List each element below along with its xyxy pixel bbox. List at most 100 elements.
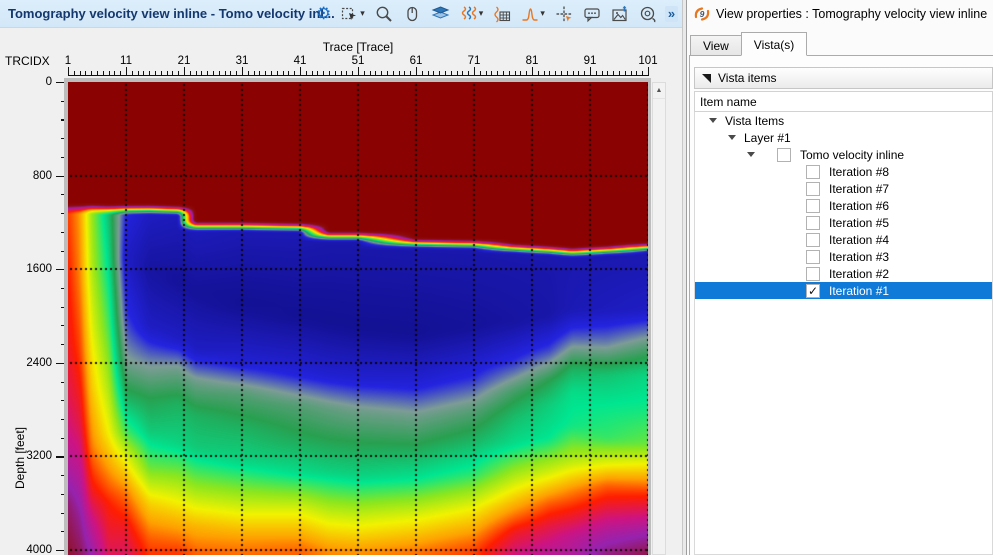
checkbox-unchecked[interactable] — [806, 216, 820, 230]
plot-vertical-scrollbar[interactable]: ▲ — [652, 82, 666, 555]
velocity-heatmap[interactable] — [68, 82, 648, 555]
tree-row[interactable]: ✓ Iteration #1 — [695, 282, 992, 299]
mouse-tool-button[interactable] — [403, 5, 421, 23]
checkbox-unchecked[interactable] — [777, 148, 791, 162]
item-name-column-header[interactable]: Item name — [694, 91, 993, 112]
circle-tool-button[interactable] — [639, 5, 657, 23]
tree-row[interactable]: Iteration #5 — [695, 214, 992, 231]
column-header-label: Item name — [700, 95, 757, 109]
reposition-button[interactable] — [555, 5, 573, 23]
tree-row[interactable]: Iteration #7 — [695, 180, 992, 197]
y-tick-label: 2400 — [26, 357, 52, 369]
tree-item-label: Iteration #8 — [829, 165, 889, 179]
export-image-button[interactable] — [611, 5, 629, 23]
tree-row[interactable]: Tomo velocity inline — [695, 146, 992, 163]
wiggle-display-button[interactable]: ▾ — [460, 5, 484, 23]
tree-row[interactable]: Layer #1 — [695, 129, 992, 146]
tree-item-label: Layer #1 — [744, 131, 791, 145]
expander-down-icon[interactable] — [728, 135, 736, 140]
tree-item-label: Iteration #1 — [829, 284, 889, 298]
checkbox-unchecked[interactable] — [806, 250, 820, 264]
properties-title: View properties : Tomography velocity vi… — [716, 7, 987, 21]
velocity-view-pane: Tomography velocity view inline - Tomo v… — [0, 0, 682, 555]
x-tick-label: 91 — [584, 55, 597, 67]
section-header-label: Vista items — [718, 71, 776, 85]
tree-row[interactable]: Iteration #6 — [695, 197, 992, 214]
checkbox-unchecked[interactable] — [806, 233, 820, 247]
expander-down-icon[interactable] — [709, 118, 717, 123]
y-axis: 08001600240032004000 — [0, 82, 67, 555]
x-tick-label: 71 — [468, 55, 481, 67]
y-tick-label: 0 — [46, 76, 52, 88]
select-region-button[interactable]: ▾ — [341, 5, 365, 23]
settings-button[interactable]: ⚙ — [316, 5, 331, 22]
scroll-up-button[interactable]: ▲ — [653, 83, 665, 99]
x-tick-label: 81 — [526, 55, 539, 67]
view-title: Tomography velocity view inline - Tomo v… — [8, 6, 316, 21]
tree-item-label: Iteration #2 — [829, 267, 889, 281]
tree-row[interactable]: Vista Items — [695, 112, 992, 129]
x-tick-label: 51 — [352, 55, 365, 67]
properties-tabs: ViewVista(s) — [690, 32, 806, 56]
magnifier-icon — [375, 5, 393, 23]
export-image-icon — [611, 5, 629, 23]
trace-index-label: TRCIDX — [5, 54, 50, 68]
checkbox-unchecked[interactable] — [806, 199, 820, 213]
wiggle-traces-icon — [460, 5, 478, 23]
tree-item-label: Tomo velocity inline — [800, 148, 904, 162]
tab-vistas[interactable]: Vista(s) — [741, 32, 807, 56]
application-window: Tomography velocity view inline - Tomo v… — [0, 0, 993, 555]
tab-view[interactable]: View — [690, 35, 742, 56]
histogram-peak-icon — [521, 5, 539, 23]
y-tick-label: 1600 — [26, 263, 52, 275]
layers-button[interactable] — [431, 5, 450, 23]
x-axis-title: Trace [Trace] — [68, 40, 648, 54]
y-tick-label: 4000 — [26, 544, 52, 555]
tree-row[interactable]: Iteration #2 — [695, 265, 992, 282]
tree-row[interactable]: Iteration #4 — [695, 231, 992, 248]
dropdown-caret-icon: ▾ — [360, 8, 365, 19]
mouse-icon — [403, 5, 421, 23]
comment-button[interactable] — [583, 5, 601, 23]
comment-bubble-icon — [583, 5, 601, 23]
zoom-button[interactable] — [375, 5, 393, 23]
toolbar-overflow-button[interactable]: » — [665, 6, 678, 22]
x-tick-label: 61 — [410, 55, 423, 67]
vistas-tab-content: Vista items Item name Vista Items Layer #… — [689, 55, 993, 555]
layers-icon — [431, 5, 450, 23]
tree-item-label: Iteration #6 — [829, 199, 889, 213]
view-toolbar: Tomography velocity view inline - Tomo v… — [0, 0, 682, 28]
checkbox-unchecked[interactable] — [806, 267, 820, 281]
x-tick-label: 21 — [178, 55, 191, 67]
vista-items-section-header[interactable]: Vista items — [694, 67, 993, 89]
tree-item-label: Iteration #7 — [829, 182, 889, 196]
vista-items-tree: Vista Items Layer #1 Tomo velocity inline I… — [694, 112, 993, 555]
checkbox-unchecked[interactable] — [806, 182, 820, 196]
x-tick-label: 1 — [65, 55, 71, 67]
tree-item-label: Iteration #3 — [829, 250, 889, 264]
circle-tool-icon — [639, 5, 657, 23]
histogram-button[interactable]: ▾ — [521, 5, 545, 23]
checkbox-unchecked[interactable] — [806, 165, 820, 179]
section-collapse-icon — [702, 74, 711, 83]
tree-item-label: Vista Items — [725, 114, 784, 128]
tree-row[interactable]: Iteration #3 — [695, 248, 992, 265]
view-properties-panel: 9 View properties : Tomography velocity … — [687, 0, 993, 555]
x-tick-label: 11 — [120, 55, 132, 67]
expander-down-icon[interactable] — [747, 152, 755, 157]
x-tick-label: 101 — [638, 55, 657, 67]
y-axis-title: Depth [feet] — [13, 427, 27, 489]
tree-row[interactable]: Iteration #8 — [695, 163, 992, 180]
properties-header: 9 View properties : Tomography velocity … — [687, 0, 993, 28]
x-tick-label: 31 — [236, 55, 249, 67]
tree-item-label: Iteration #4 — [829, 233, 889, 247]
dropdown-caret-icon: ▾ — [540, 8, 545, 19]
wiggle-table-button[interactable] — [493, 5, 511, 23]
gear-icon: ⚙ — [316, 5, 331, 22]
up-arrow-icon: ▲ — [656, 87, 663, 94]
checkbox-checked[interactable]: ✓ — [806, 284, 820, 298]
tree-item-label: Iteration #5 — [829, 216, 889, 230]
vista-logo-icon: 9 — [694, 6, 710, 22]
y-tick-label: 3200 — [26, 450, 52, 462]
crosshair-icon — [555, 5, 573, 23]
